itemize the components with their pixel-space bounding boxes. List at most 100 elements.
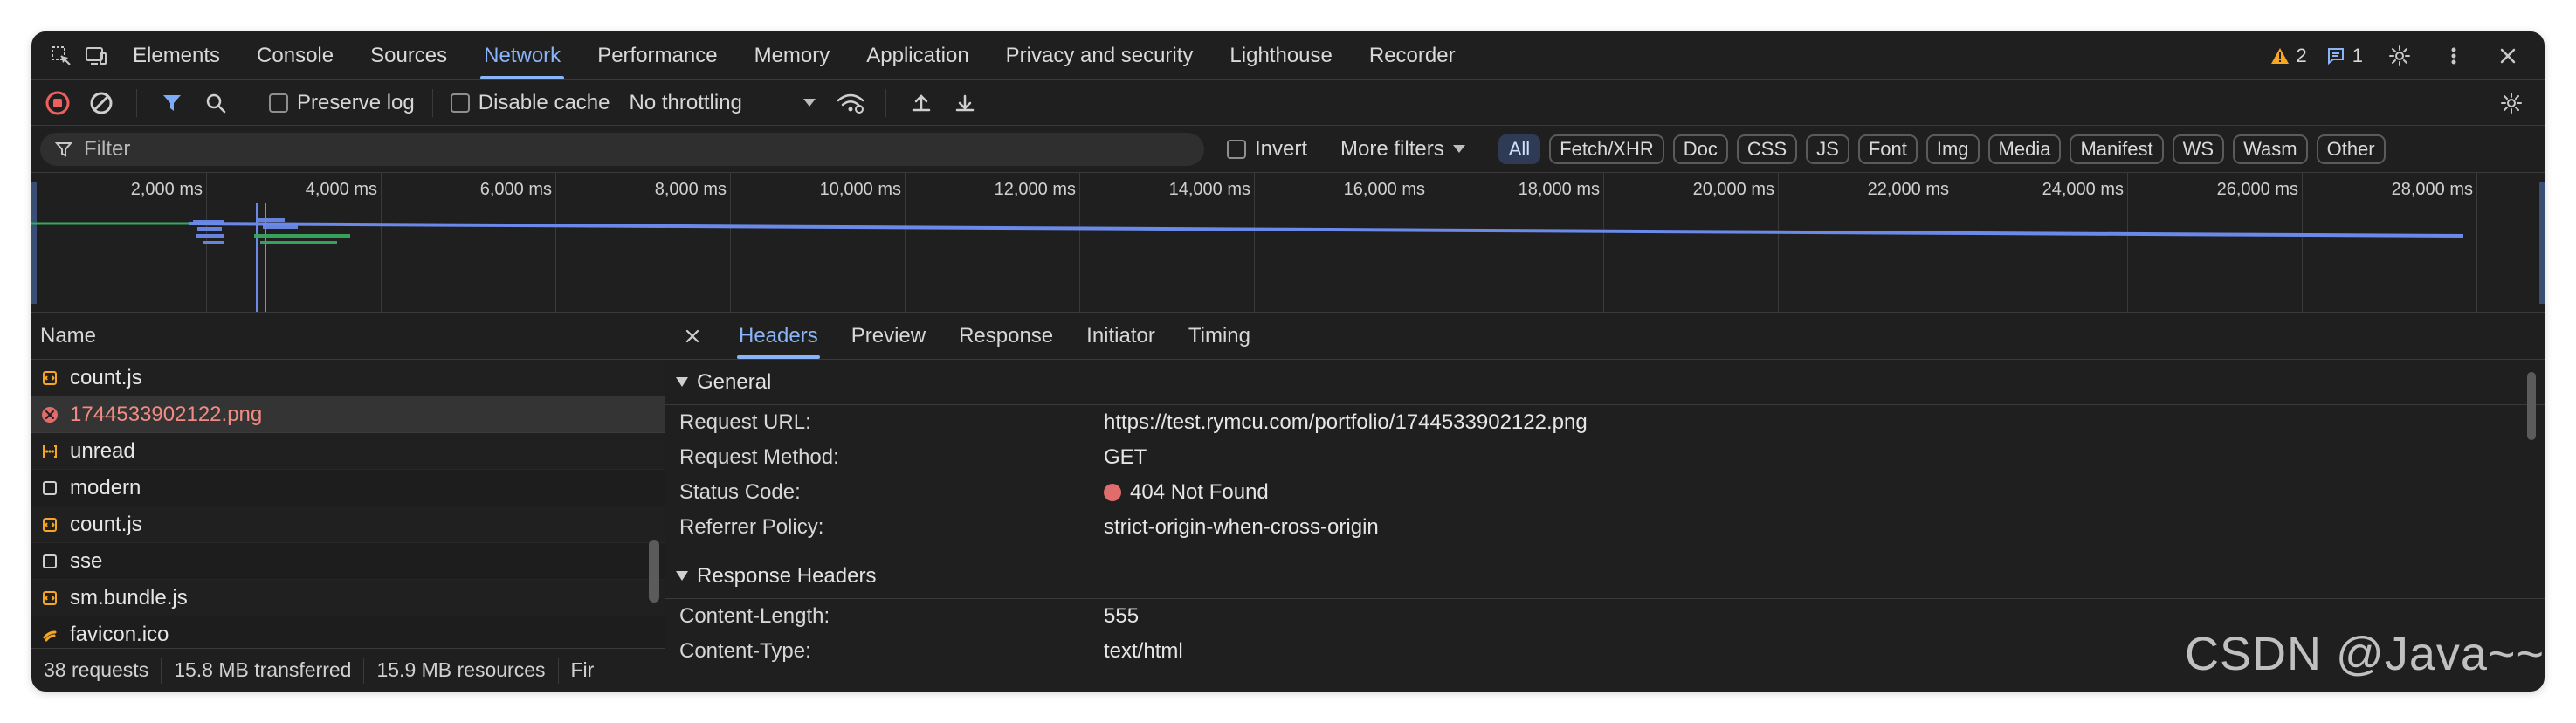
devtools-topbar: Elements Console Sources Network Perform…	[31, 31, 2545, 80]
tab-recorder[interactable]: Recorder	[1366, 31, 1459, 79]
tab-timing[interactable]: Timing	[1187, 313, 1252, 359]
details-tabs: Headers Preview Response Initiator Timin…	[665, 313, 2545, 360]
close-icon[interactable]	[678, 321, 707, 351]
settings-icon[interactable]	[2382, 38, 2417, 73]
request-row[interactable]: sm.bundle.js	[31, 580, 665, 616]
tab-sources[interactable]: Sources	[367, 31, 451, 79]
inspect-element-icon[interactable]	[44, 38, 79, 73]
more-options-icon[interactable]	[2436, 38, 2471, 73]
tab-initiator[interactable]: Initiator	[1085, 313, 1157, 359]
chip-js[interactable]: JS	[1806, 134, 1849, 164]
filter-icon[interactable]	[155, 86, 189, 120]
request-name: count.js	[70, 365, 142, 389]
request-name: sm.bundle.js	[70, 585, 188, 609]
message-icon	[2327, 47, 2344, 65]
messages-badge[interactable]: 1	[2326, 45, 2363, 67]
general-key: Status Code:	[679, 480, 801, 504]
toolbar-right	[2494, 86, 2545, 120]
messages-count: 1	[2352, 44, 2363, 66]
network-status-bar: 38 requests 15.8 MB transferred 15.9 MB …	[31, 648, 665, 692]
tab-lighthouse[interactable]: Lighthouse	[1226, 31, 1335, 79]
chip-doc[interactable]: Doc	[1672, 134, 1728, 164]
response-headers-title: Response Headers	[697, 563, 877, 588]
tab-response[interactable]: Response	[957, 313, 1055, 359]
request-row[interactable]: count.js	[31, 506, 665, 543]
column-name[interactable]: Name	[40, 324, 96, 348]
throttling-select[interactable]: No throttling	[629, 91, 816, 115]
tab-privacy-and-security[interactable]: Privacy and security	[1002, 31, 1197, 79]
request-row[interactable]: favicon.ico	[31, 616, 665, 648]
general-key: Request URL:	[679, 410, 811, 434]
network-timeline[interactable]: 2,000 ms 4,000 ms 6,000 ms 8,000 ms 10,0…	[31, 173, 2545, 313]
network-settings-icon[interactable]	[2494, 86, 2529, 120]
tab-network[interactable]: Network	[480, 31, 565, 79]
fetch-icon	[40, 442, 59, 461]
request-row[interactable]: count.js	[31, 360, 665, 396]
chip-font[interactable]: Font	[1857, 134, 1918, 164]
filter-icon	[54, 141, 73, 157]
timeline-waterfall	[31, 182, 2545, 312]
chip-ws[interactable]: WS	[2172, 134, 2225, 164]
general-key: Referrer Policy:	[679, 515, 824, 539]
requests-scrollbar[interactable]	[649, 540, 659, 602]
invert-checkbox[interactable]	[1227, 139, 1246, 159]
requests-pane: Name count.js 1744533902122.png unread m…	[31, 313, 665, 692]
general-section-header[interactable]: General	[665, 360, 2545, 405]
disable-cache-checkbox[interactable]	[450, 93, 470, 113]
timeline-left-handle	[31, 182, 37, 304]
chip-wasm[interactable]: Wasm	[2233, 134, 2308, 164]
close-icon[interactable]	[2490, 38, 2525, 73]
chip-fetch-xhr[interactable]: Fetch/XHR	[1549, 134, 1664, 164]
warnings-count: 2	[2296, 44, 2307, 66]
export-har-icon[interactable]	[947, 86, 982, 120]
request-url-value[interactable]: https://test.rymcu.com/portfolio/1744533…	[1104, 405, 2545, 440]
chip-other[interactable]: Other	[2316, 134, 2386, 164]
tab-elements[interactable]: Elements	[129, 31, 224, 79]
tab-preview[interactable]: Preview	[850, 313, 927, 359]
requests-list[interactable]: count.js 1744533902122.png unread modern…	[31, 360, 665, 648]
more-filters-button[interactable]: More filters	[1340, 137, 1465, 162]
tab-memory[interactable]: Memory	[751, 31, 834, 79]
details-scrollbar[interactable]	[2527, 372, 2536, 440]
resource-type-chips: All Fetch/XHR Doc CSS JS Font Img Media …	[1498, 134, 2386, 164]
status-requests: 38 requests	[44, 658, 149, 681]
warning-icon	[2270, 47, 2289, 64]
status-transferred: 15.8 MB transferred	[174, 658, 352, 681]
waterfall-line	[188, 222, 2464, 238]
chip-media[interactable]: Media	[1987, 134, 2062, 164]
chip-all[interactable]: All	[1498, 134, 1541, 164]
warnings-badge[interactable]: 2	[2270, 45, 2307, 67]
tab-performance[interactable]: Performance	[594, 31, 720, 79]
status-finish: Fir	[570, 658, 595, 681]
topbar-right: 2 1	[2270, 38, 2545, 73]
triangle-down-icon	[676, 571, 688, 581]
invert-label: Invert	[1255, 136, 1308, 161]
chip-css[interactable]: CSS	[1736, 134, 1798, 164]
request-row[interactable]: 1744533902122.png	[31, 396, 665, 433]
preserve-log-toggle[interactable]: Preserve log	[269, 91, 415, 115]
tab-headers[interactable]: Headers	[737, 313, 820, 359]
chip-img[interactable]: Img	[1925, 134, 1980, 164]
device-toolbar-icon[interactable]	[79, 38, 114, 73]
chip-manifest[interactable]: Manifest	[2070, 134, 2164, 164]
waterfall-cluster	[193, 218, 350, 244]
request-row[interactable]: modern	[31, 470, 665, 506]
status-code-value: 404 Not Found	[1104, 475, 2545, 510]
record-icon[interactable]	[40, 86, 75, 120]
filter-row: Filter Invert More filters All Fetch/XHR…	[31, 126, 2545, 173]
error-icon	[40, 405, 59, 424]
request-name: sse	[70, 548, 103, 573]
tab-application[interactable]: Application	[863, 31, 972, 79]
response-headers-section-header[interactable]: Response Headers	[665, 554, 2545, 599]
disable-cache-toggle[interactable]: Disable cache	[450, 91, 610, 115]
clear-icon[interactable]	[84, 86, 119, 120]
request-row[interactable]: sse	[31, 543, 665, 580]
request-row[interactable]: unread	[31, 433, 665, 470]
invert-toggle[interactable]: Invert	[1227, 137, 1307, 162]
import-har-icon[interactable]	[904, 86, 939, 120]
preserve-log-checkbox[interactable]	[269, 93, 288, 113]
network-conditions-icon[interactable]	[833, 86, 868, 120]
filter-input[interactable]: Filter	[40, 132, 1204, 166]
tab-console[interactable]: Console	[253, 31, 337, 79]
search-icon[interactable]	[198, 86, 233, 120]
